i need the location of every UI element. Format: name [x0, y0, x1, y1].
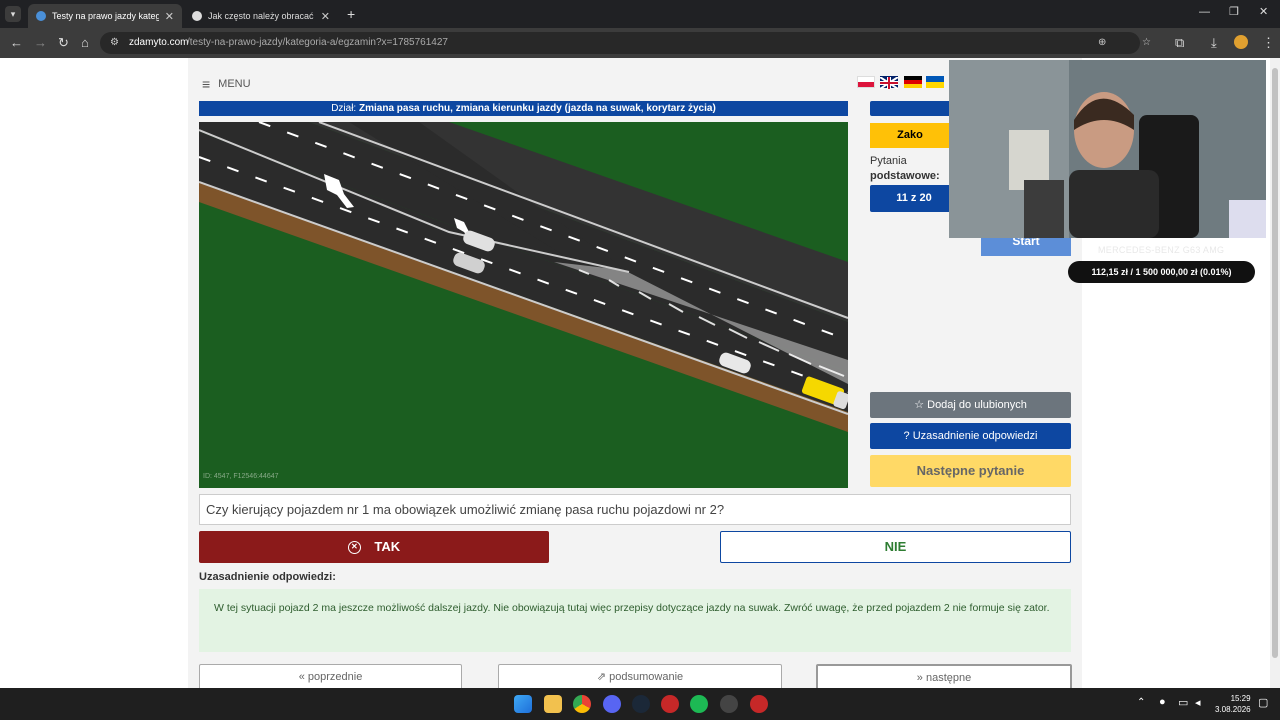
- hamburger-icon: ≡: [202, 76, 211, 92]
- x-circle-icon: ✕: [347, 541, 361, 555]
- question-circle-icon: ?: [903, 430, 910, 442]
- extensions-icon[interactable]: ⧉: [1175, 35, 1184, 51]
- section-title: Zmiana pasa ruchu, zmiana kierunku jazdy…: [359, 103, 716, 114]
- heart-icon: ☆: [914, 399, 925, 411]
- finish-exam-button[interactable]: Zako: [870, 123, 950, 148]
- zoom-icon[interactable]: ⊕: [1098, 37, 1106, 48]
- network-icon[interactable]: ▭: [1178, 696, 1188, 709]
- justification-button[interactable]: ? Uzasadnienie odpowiedzi: [870, 423, 1071, 449]
- steam-icon[interactable]: [632, 695, 650, 713]
- discord-icon[interactable]: [603, 695, 621, 713]
- chart-icon: ⇗: [596, 671, 607, 683]
- url-domain: zdamyto.com: [129, 37, 189, 48]
- google-favicon-icon: [192, 11, 202, 21]
- question-scene-image: [199, 122, 848, 488]
- volume-icon[interactable]: ◂: [1195, 696, 1201, 709]
- file-explorer-icon[interactable]: [544, 695, 562, 713]
- next-question-button[interactable]: Następne pytanie: [870, 455, 1071, 487]
- obs-icon[interactable]: [720, 695, 738, 713]
- browser-tab-bar: ▾ Testy na prawo jazdy kategoria ✕ Jak c…: [0, 0, 1280, 28]
- close-tab-icon[interactable]: ✕: [321, 10, 330, 23]
- clock-time: 15:29: [1230, 694, 1251, 703]
- browser-tab[interactable]: Jak często należy obracać poszl ✕: [184, 4, 338, 28]
- bookmark-star-icon[interactable]: ☆: [1142, 37, 1151, 48]
- double-right-icon: »: [916, 672, 923, 684]
- reload-icon[interactable]: ↻: [58, 35, 69, 51]
- close-window-icon[interactable]: ✕: [1259, 5, 1268, 18]
- windows-start-icon[interactable]: [514, 695, 532, 713]
- question-text: Czy kierujący pojazdem nr 1 ma obowiązek…: [199, 494, 1071, 525]
- forward-icon[interactable]: →: [34, 35, 47, 50]
- site-info-icon[interactable]: ⚙: [110, 37, 119, 48]
- profile-avatar[interactable]: [1234, 35, 1248, 49]
- webcam-figure: [949, 60, 1266, 238]
- tray-chevron-icon[interactable]: ⌃: [1137, 697, 1145, 708]
- scene-id-text: ID: 4547, F12546:44647: [203, 473, 279, 480]
- add-favorite-button[interactable]: ☆ Dodaj do ulubionych: [870, 392, 1071, 418]
- section-header: Dział: Zmiana pasa ruchu, zmiana kierunk…: [199, 101, 848, 116]
- close-tab-icon[interactable]: ✕: [165, 10, 174, 23]
- explanation-text: W tej sytuacji pojazd 2 ma jeszcze możli…: [199, 589, 1071, 652]
- spotify-icon[interactable]: [690, 695, 708, 713]
- restore-icon[interactable]: ❐: [1229, 5, 1239, 18]
- microphone-icon[interactable]: ●: [1159, 696, 1166, 708]
- os-taskbar: ⌃ ● ▭ ◂ 15:29 3.08.2026 ▢: [0, 688, 1280, 720]
- clock-date: 3.08.2026: [1215, 705, 1251, 714]
- home-icon[interactable]: ⌂: [81, 35, 89, 50]
- browser-menu-icon[interactable]: ⋮: [1262, 35, 1275, 51]
- recorder-icon[interactable]: [750, 695, 768, 713]
- page-scrollbar[interactable]: [1270, 58, 1280, 688]
- download-icon[interactable]: ⤓: [1211, 35, 1217, 51]
- address-bar-row: ← → ↻ ⌂ ⚙ zdamyto.com /testy-na-prawo-ja…: [0, 28, 1280, 58]
- site-favicon-icon: [36, 11, 46, 21]
- system-clock[interactable]: 15:29 3.08.2026: [1215, 693, 1251, 715]
- donation-goal-pill: 112,15 zł / 1 500 000,00 zł (0.01%): [1068, 261, 1255, 283]
- flag-pl-icon[interactable]: [857, 76, 875, 88]
- road-scene-svg: [199, 122, 848, 488]
- flag-uk-icon[interactable]: [879, 76, 899, 90]
- tab-search-icon[interactable]: ▾: [5, 6, 21, 22]
- explanation-label: Uzasadnienie odpowiedzi:: [199, 571, 336, 583]
- answer-no-button[interactable]: NIE: [720, 531, 1071, 563]
- streaming-app-icon[interactable]: [661, 695, 679, 713]
- summary-button[interactable]: ⇗ podsumowanie: [498, 664, 782, 688]
- question-counter: 11 z 20: [870, 185, 958, 212]
- url-field[interactable]: ⚙ zdamyto.com /testy-na-prawo-jazdy/kate…: [100, 32, 1151, 54]
- double-left-icon: «: [298, 671, 305, 683]
- flag-ua-icon[interactable]: [926, 76, 944, 88]
- page-viewport: ≡ MENU Dział: Zmiana pasa ruchu, zmiana …: [0, 58, 1280, 688]
- chrome-icon[interactable]: [573, 695, 591, 713]
- answer-yes-button[interactable]: ✕ TAK: [199, 531, 549, 563]
- url-path: /testy-na-prawo-jazdy/kategoria-a/egzami…: [187, 37, 448, 48]
- goal-watermark: MERCEDES-BENZ G63 AMG: [1098, 245, 1225, 255]
- flag-uk-shape: [879, 76, 899, 90]
- scrollbar-thumb[interactable]: [1272, 68, 1278, 658]
- questions-label: Pytania: [870, 155, 907, 167]
- back-icon[interactable]: ←: [10, 35, 23, 50]
- browser-tab-active[interactable]: Testy na prawo jazdy kategoria ✕: [28, 4, 182, 28]
- notification-icon[interactable]: ▢: [1258, 696, 1268, 709]
- new-tab-button[interactable]: +: [347, 6, 355, 22]
- prev-question-button[interactable]: « poprzednie: [199, 664, 462, 688]
- menu-button[interactable]: ≡ MENU: [202, 76, 251, 92]
- next-button[interactable]: » następne: [816, 664, 1072, 688]
- webcam-overlay: [949, 60, 1266, 238]
- minimize-icon[interactable]: —: [1199, 6, 1210, 18]
- questions-type: podstawowe:: [870, 170, 940, 182]
- flag-de-icon[interactable]: [904, 76, 922, 88]
